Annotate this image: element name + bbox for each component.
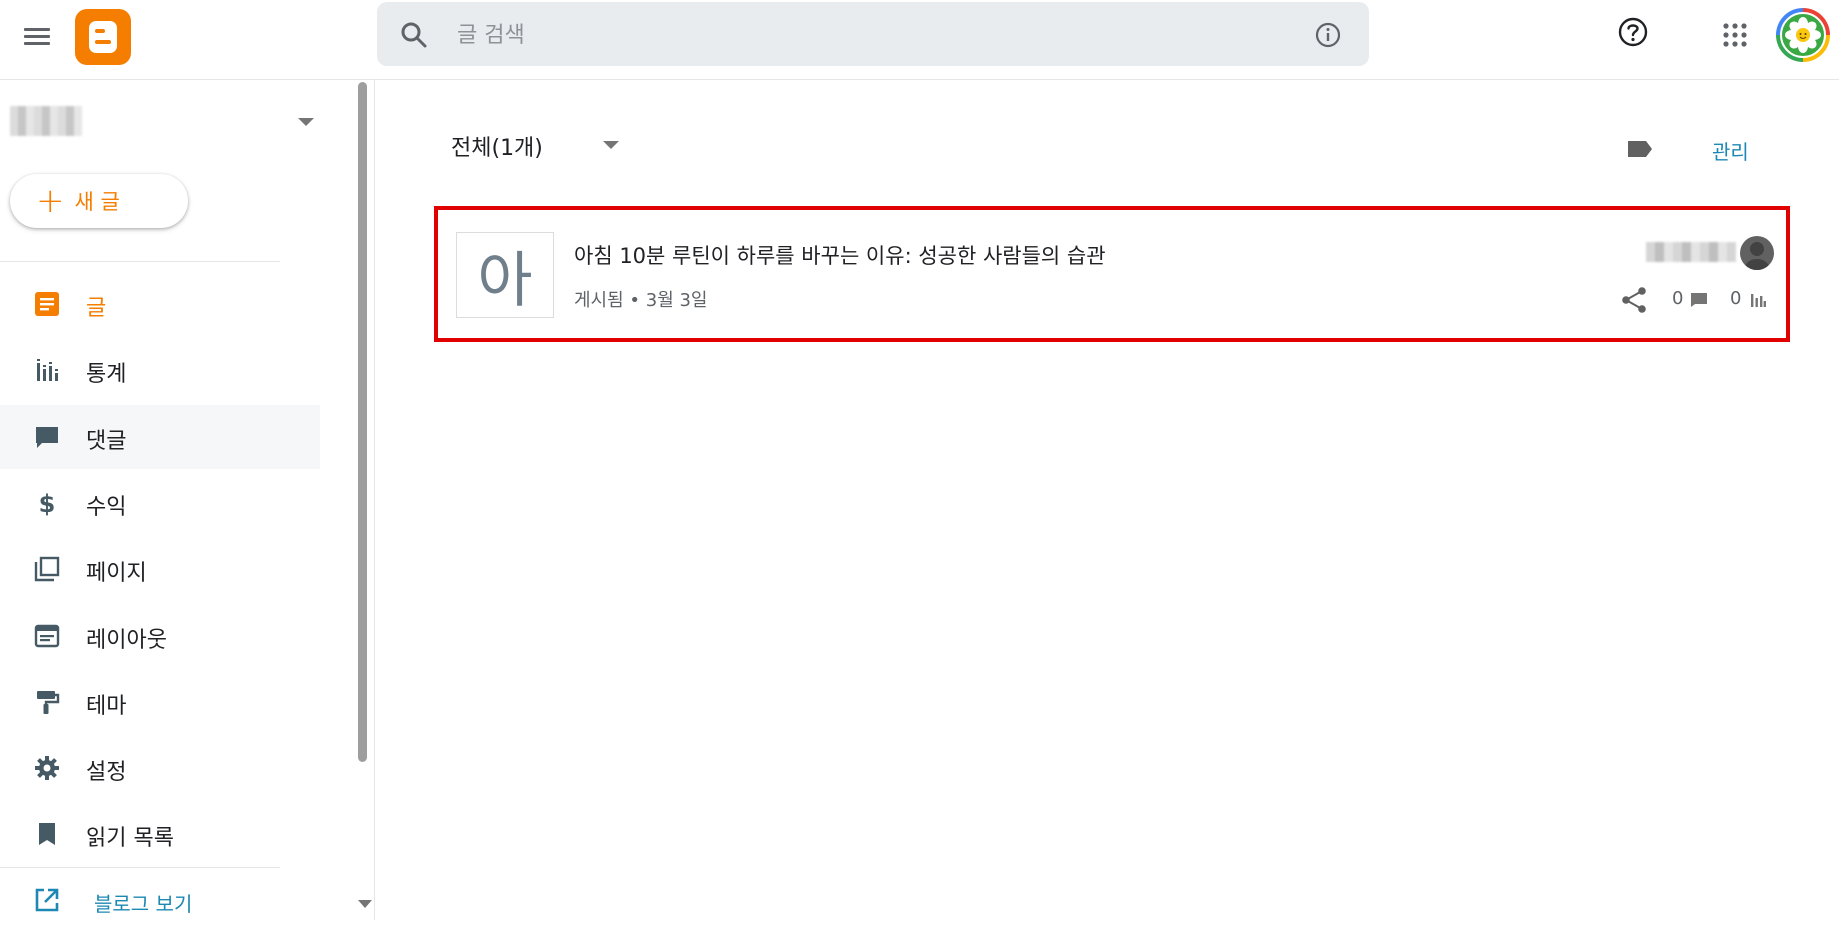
account-avatar[interactable] <box>1776 8 1830 62</box>
sidebar-item-label: 테마 <box>86 694 127 719</box>
sidebar-item-pages[interactable]: 페이지 <box>0 537 320 601</box>
view-blog-link[interactable]: 블로그 보기 <box>0 868 320 932</box>
sidebar-item-label: 통계 <box>86 362 127 387</box>
posts-icon <box>35 292 59 316</box>
sidebar-item-theme[interactable]: 테마 <box>0 670 320 734</box>
post-thumbnail: 아 <box>456 232 554 318</box>
comment-icon <box>1691 293 1707 307</box>
post-list-item[interactable]: 아 아침 10분 루틴이 하루를 바꾸는 이유: 성공한 사람들의 습관 게시됨… <box>434 206 1790 342</box>
sidebar: + 새 글 글 통계 댓글 $ 수익 페이지 레이아웃 테마 설정 읽기 목록 … <box>0 80 356 920</box>
open-in-new-icon <box>35 888 59 912</box>
views-count: 0 <box>1730 288 1742 309</box>
sidebar-item-settings[interactable]: 설정 <box>0 736 320 800</box>
sidebar-item-earnings[interactable]: $ 수익 <box>0 471 320 535</box>
stats-icon <box>37 359 58 381</box>
sidebar-item-label: 댓글 <box>86 429 127 454</box>
comment-icon <box>36 427 58 448</box>
blogger-logo[interactable] <box>75 9 131 65</box>
bookmark-icon <box>39 823 55 845</box>
apps-grid-icon[interactable] <box>1722 22 1748 48</box>
new-post-label: 새 글 <box>74 190 120 214</box>
help-icon[interactable] <box>1617 16 1649 48</box>
share-icon[interactable] <box>1620 286 1648 314</box>
paint-roller-icon <box>37 691 60 714</box>
info-icon[interactable] <box>1313 20 1343 50</box>
sidebar-item-label: 글 <box>86 296 107 321</box>
label-tag-icon[interactable] <box>1626 139 1654 159</box>
post-filter-label[interactable]: 전체(1개) <box>451 130 543 162</box>
filter-dropdown-caret-icon[interactable] <box>603 141 619 149</box>
manage-labels-link[interactable]: 관리 <box>1712 136 1749 165</box>
search-input[interactable] <box>455 16 1259 54</box>
blog-name-blurred[interactable] <box>10 106 82 136</box>
new-post-button[interactable]: + 새 글 <box>10 174 188 228</box>
view-blog-label: 블로그 보기 <box>94 892 193 916</box>
top-app-bar <box>0 0 1839 80</box>
svg-text:$: $ <box>39 490 56 516</box>
post-title[interactable]: 아침 10분 루틴이 하루를 바꾸는 이유: 성공한 사람들의 습관 <box>574 240 1106 270</box>
sidebar-scrollbar-thumb[interactable] <box>358 82 367 762</box>
plus-icon: + <box>36 181 65 221</box>
gear-icon <box>35 756 59 780</box>
dollar-icon: $ <box>39 490 56 516</box>
pages-icon <box>34 556 60 582</box>
layout-icon <box>34 624 60 648</box>
sidebar-divider <box>0 261 280 262</box>
author-name-blurred <box>1646 242 1736 262</box>
blog-switcher-caret-icon[interactable] <box>298 118 314 126</box>
scroll-down-arrow-icon[interactable] <box>358 900 372 908</box>
sidebar-item-label: 페이지 <box>86 561 147 586</box>
stats-icon <box>1751 294 1766 307</box>
menu-icon[interactable] <box>22 24 52 50</box>
search-icon[interactable] <box>399 20 429 50</box>
sidebar-item-comments[interactable]: 댓글 <box>0 405 320 469</box>
search-bar <box>377 2 1369 66</box>
post-status-date: 게시됨 • 3월 3일 <box>574 290 708 311</box>
sidebar-item-label: 읽기 목록 <box>86 826 174 851</box>
author-avatar <box>1740 236 1774 270</box>
sidebar-item-layout[interactable]: 레이아웃 <box>0 604 320 668</box>
sidebar-item-label: 수익 <box>86 495 127 520</box>
sidebar-item-label: 레이아웃 <box>86 628 167 653</box>
sidebar-item-stats[interactable]: 통계 <box>0 338 320 402</box>
sidebar-item-label: 설정 <box>86 760 127 785</box>
sidebar-item-posts[interactable]: 글 <box>0 272 320 336</box>
sidebar-item-reading-list[interactable]: 읽기 목록 <box>0 802 320 866</box>
comments-count: 0 <box>1672 288 1684 309</box>
